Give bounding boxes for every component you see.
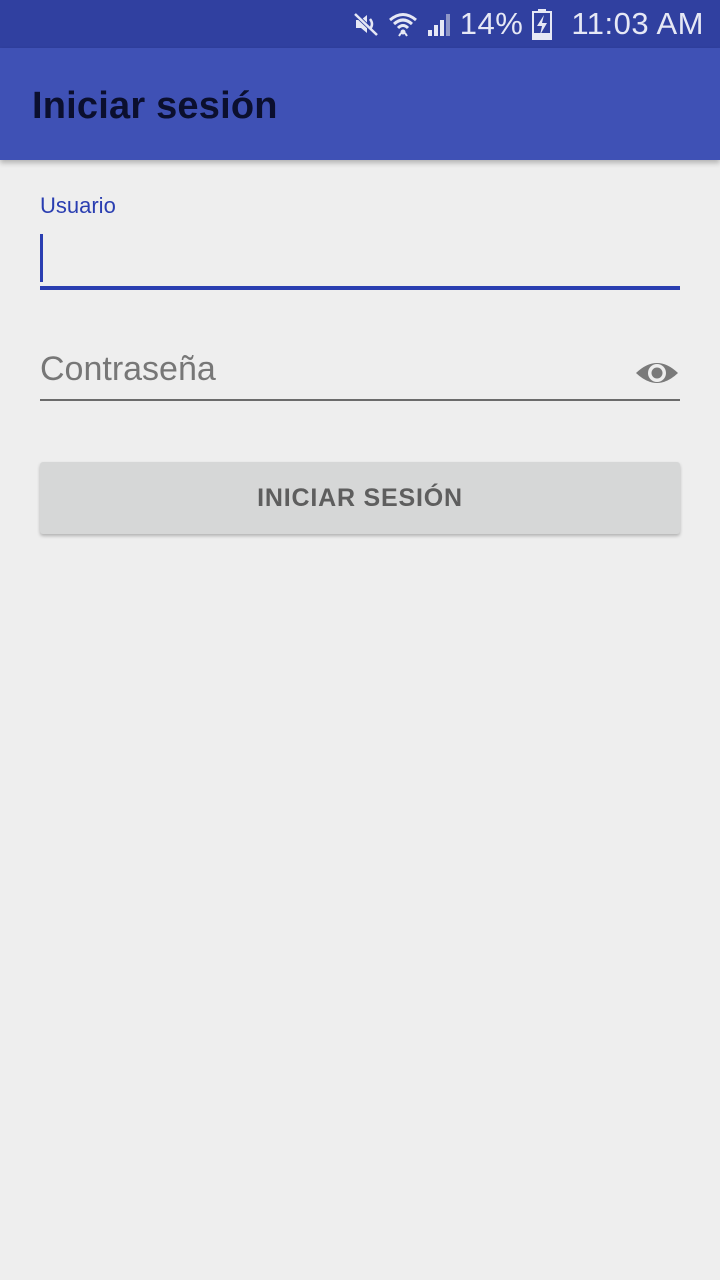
battery-percent: 14% <box>459 6 524 41</box>
password-underline <box>40 399 680 401</box>
username-input[interactable] <box>40 234 680 284</box>
username-field[interactable]: Usuario <box>40 190 680 294</box>
status-bar: 14% 11:03 AM <box>0 0 720 48</box>
eye-icon[interactable] <box>634 350 680 396</box>
mute-icon <box>352 10 380 38</box>
clock: 11:03 AM <box>571 6 704 41</box>
battery-charging-icon <box>531 8 553 40</box>
username-underline <box>40 286 680 290</box>
signal-icon <box>426 10 454 38</box>
app-bar: Iniciar sesión <box>0 48 720 160</box>
wifi-icon <box>388 9 418 39</box>
password-field[interactable]: Contraseña <box>40 340 680 404</box>
text-cursor <box>40 234 43 282</box>
password-input[interactable]: Contraseña <box>40 350 216 389</box>
username-label: Usuario <box>40 193 116 218</box>
login-button[interactable]: INICIAR SESIÓN <box>40 462 680 534</box>
page-title: Iniciar sesión <box>32 85 278 127</box>
